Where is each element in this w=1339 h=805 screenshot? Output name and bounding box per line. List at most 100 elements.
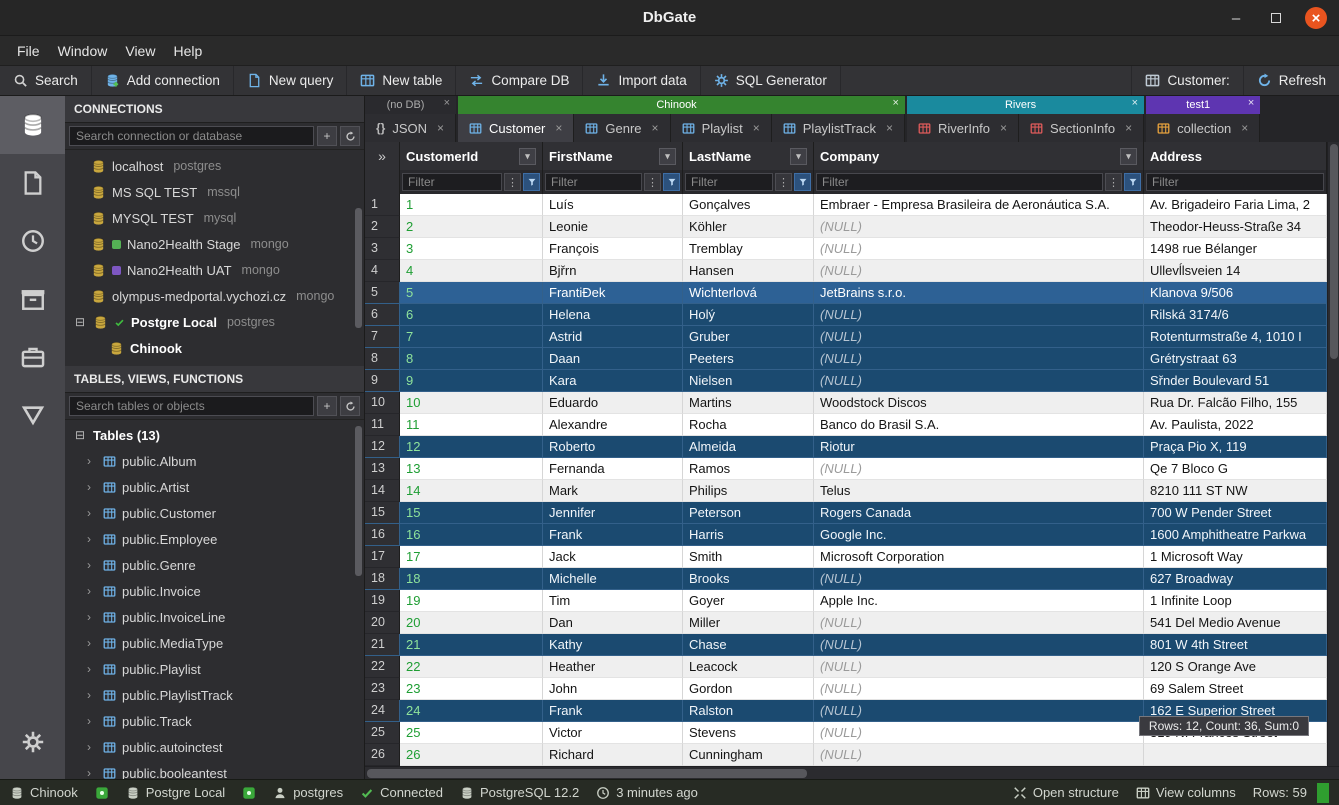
cell-company[interactable]: (NULL) — [814, 260, 1144, 282]
grid-row[interactable]: 2020DanMiller(NULL)541 Del Medio Avenue — [365, 612, 1327, 634]
activitybar-query-designer-button[interactable] — [0, 386, 65, 444]
cell-customerid[interactable]: 19 — [400, 590, 543, 612]
activitybar-history-button[interactable] — [0, 212, 65, 270]
cell-company[interactable]: Riotur — [814, 436, 1144, 458]
grid-row[interactable]: 2222HeatherLeacock(NULL)120 S Orange Ave — [365, 656, 1327, 678]
database-group-header[interactable]: Chinook× — [458, 96, 905, 114]
chevron-right-icon[interactable]: › — [87, 558, 97, 572]
collapse-icon[interactable]: ⊟ — [73, 315, 87, 329]
chevron-right-icon[interactable]: › — [87, 740, 97, 754]
activitybar-archive-button[interactable] — [0, 270, 65, 328]
chevron-right-icon[interactable]: › — [87, 688, 97, 702]
cell-lastname[interactable]: Gordon — [683, 678, 814, 700]
row-number[interactable]: 6 — [365, 304, 400, 326]
cell-address[interactable]: 1498 rue Bélanger — [1144, 238, 1327, 260]
cell-customerid[interactable]: 22 — [400, 656, 543, 678]
row-number[interactable]: 9 — [365, 370, 400, 392]
cell-customerid[interactable]: 24 — [400, 700, 543, 722]
chevron-right-icon[interactable]: › — [87, 480, 97, 494]
chevron-right-icon[interactable]: › — [87, 532, 97, 546]
cell-customerid[interactable]: 15 — [400, 502, 543, 524]
cell-address[interactable]: Ullevĺlsveien 14 — [1144, 260, 1327, 282]
cell-lastname[interactable]: Philips — [683, 480, 814, 502]
cell-lastname[interactable]: Stevens — [683, 722, 814, 744]
close-tab-icon[interactable]: × — [886, 121, 893, 135]
row-number[interactable]: 14 — [365, 480, 400, 502]
cell-address[interactable]: 120 S Orange Ave — [1144, 656, 1327, 678]
tab-playlist[interactable]: Playlist× — [671, 114, 772, 142]
cell-address[interactable]: Sřnder Boulevard 51 — [1144, 370, 1327, 392]
database-group-header[interactable]: Rivers× — [907, 96, 1144, 114]
grid-row[interactable]: 22LeonieKöhler(NULL)Theodor-Heuss-Straße… — [365, 216, 1327, 238]
cell-address[interactable]: 627 Broadway — [1144, 568, 1327, 590]
minimize-button[interactable]: – — [1225, 7, 1247, 29]
cell-address[interactable]: 1 Infinite Loop — [1144, 590, 1327, 612]
cell-address[interactable]: 69 Salem Street — [1144, 678, 1327, 700]
connection-nano2health-uat[interactable]: Nano2Health UATmongo — [65, 257, 364, 283]
chevron-right-icon[interactable]: › — [87, 662, 97, 676]
add-table-small-button[interactable]: + — [317, 396, 337, 416]
cell-lastname[interactable]: Tremblay — [683, 238, 814, 260]
close-group-icon[interactable]: × — [444, 97, 450, 109]
cell-customerid[interactable]: 16 — [400, 524, 543, 546]
cell-lastname[interactable]: Goyer — [683, 590, 814, 612]
connection-localhost[interactable]: localhostpostgres — [65, 153, 364, 179]
cell-company[interactable]: (NULL) — [814, 634, 1144, 656]
row-number[interactable]: 21 — [365, 634, 400, 656]
row-number[interactable]: 5 — [365, 282, 400, 304]
column-header-lastname[interactable]: LastName▾ — [683, 142, 814, 170]
table-public-customer[interactable]: ›public.Customer — [65, 500, 364, 526]
grid-row[interactable]: 1919TimGoyerApple Inc.1 Infinite Loop — [365, 590, 1327, 612]
cell-customerid[interactable]: 25 — [400, 722, 543, 744]
table-public-autoinctest[interactable]: ›public.autoinctest — [65, 734, 364, 760]
cell-customerid[interactable]: 1 — [400, 194, 543, 216]
status-item-postgres[interactable]: postgres — [273, 785, 343, 800]
toolbar-new-table-button[interactable]: New table — [347, 66, 456, 95]
cell-firstname[interactable]: Fernanda — [543, 458, 683, 480]
cell-firstname[interactable]: Victor — [543, 722, 683, 744]
tab-playlisttrack[interactable]: PlaylistTrack× — [772, 114, 905, 142]
tab-collection[interactable]: collection× — [1146, 114, 1260, 142]
cell-company[interactable]: Apple Inc. — [814, 590, 1144, 612]
cell-lastname[interactable]: Martins — [683, 392, 814, 414]
cell-firstname[interactable]: Jack — [543, 546, 683, 568]
grid-row[interactable]: 99KaraNielsen(NULL)Sřnder Boulevard 51 — [365, 370, 1327, 392]
status-item-postgresql-12-2[interactable]: PostgreSQL 12.2 — [460, 785, 579, 800]
cell-firstname[interactable]: Dan — [543, 612, 683, 634]
table-public-playlisttrack[interactable]: ›public.PlaylistTrack — [65, 682, 364, 708]
cell-customerid[interactable]: 9 — [400, 370, 543, 392]
chevron-right-icon[interactable]: › — [87, 454, 97, 468]
status-item-connection-ok-icon[interactable] — [95, 786, 109, 800]
cell-firstname[interactable]: Alexandre — [543, 414, 683, 436]
cell-customerid[interactable]: 7 — [400, 326, 543, 348]
toolbar-sql-generator-button[interactable]: SQL Generator — [701, 66, 841, 95]
row-number[interactable]: 7 — [365, 326, 400, 348]
cell-address[interactable] — [1144, 744, 1327, 766]
cell-firstname[interactable]: François — [543, 238, 683, 260]
column-header-company[interactable]: Company▾ — [814, 142, 1144, 170]
cell-firstname[interactable]: Richard — [543, 744, 683, 766]
cell-company[interactable]: (NULL) — [814, 568, 1144, 590]
cell-address[interactable]: 700 W Pender Street — [1144, 502, 1327, 524]
cell-firstname[interactable]: Frank — [543, 700, 683, 722]
cell-firstname[interactable]: Tim — [543, 590, 683, 612]
row-number[interactable]: 20 — [365, 612, 400, 634]
refresh-tables-button[interactable] — [340, 396, 360, 416]
table-public-genre[interactable]: ›public.Genre — [65, 552, 364, 578]
cell-lastname[interactable]: Peeters — [683, 348, 814, 370]
cell-firstname[interactable]: Luís — [543, 194, 683, 216]
cell-address[interactable]: 8210 111 ST NW — [1144, 480, 1327, 502]
tables-search-input[interactable] — [69, 396, 314, 416]
status-item-connected[interactable]: Connected — [360, 785, 443, 800]
column-header-firstname[interactable]: FirstName▾ — [543, 142, 683, 170]
toolbar-import-data-button[interactable]: Import data — [583, 66, 700, 95]
vertical-scrollbar-thumb[interactable] — [1330, 144, 1338, 359]
cell-company[interactable]: Rogers Canada — [814, 502, 1144, 524]
cell-customerid[interactable]: 5 — [400, 282, 543, 304]
grid-row[interactable]: 2121KathyChase(NULL)801 W 4th Street — [365, 634, 1327, 656]
cell-company[interactable]: (NULL) — [814, 370, 1144, 392]
status-item-connection-ok-icon[interactable] — [242, 786, 256, 800]
cell-company[interactable]: Google Inc. — [814, 524, 1144, 546]
row-number[interactable]: 24 — [365, 700, 400, 722]
grid-row[interactable]: 1414MarkPhilipsTelus8210 111 ST NW — [365, 480, 1327, 502]
